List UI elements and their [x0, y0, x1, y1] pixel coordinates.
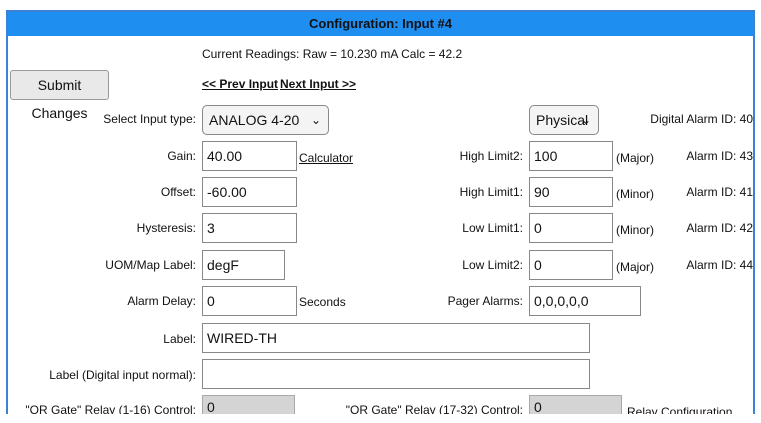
physical-select[interactable]: Physical ⌄: [529, 105, 599, 135]
pager-alarms-input[interactable]: 0,0,0,0,0: [529, 286, 641, 316]
relay-configuration-link[interactable]: Relay Configuration: [627, 405, 732, 414]
label-field-label: Label:: [163, 332, 196, 346]
uom-input[interactable]: degF: [202, 250, 285, 280]
label-input[interactable]: WIRED-TH: [202, 323, 590, 353]
label-digital-input[interactable]: [202, 359, 590, 389]
relay-1-16-label: "OR Gate" Relay (1-16) Control:: [25, 403, 196, 414]
relay-17-32-label: "OR Gate" Relay (17-32) Control:: [345, 403, 523, 414]
hysteresis-label: Hysteresis:: [136, 221, 196, 235]
alarm-delay-unit: Seconds: [299, 295, 346, 309]
input-type-select[interactable]: ANALOG 4-20 MA ⌄: [202, 105, 329, 156]
low-limit2-input[interactable]: 0: [529, 250, 613, 280]
next-input-link[interactable]: Next Input >>: [280, 77, 356, 91]
digital-alarm-id: Digital Alarm ID: 40: [650, 112, 753, 126]
gain-input[interactable]: 40.00: [202, 141, 297, 171]
panel-title: Configuration: Input #4: [8, 12, 753, 36]
pager-alarms-label: Pager Alarms:: [447, 294, 523, 308]
submit-changes-button[interactable]: Submit Changes: [10, 70, 109, 121]
relay-17-32-input[interactable]: 0: [529, 395, 622, 414]
alarm-delay-label: Alarm Delay:: [127, 294, 196, 308]
input-type-label: Select Input type:: [103, 112, 196, 126]
high-limit1-input[interactable]: 90: [529, 177, 613, 207]
high-limit2-severity: (Major): [616, 151, 654, 165]
calculator-link[interactable]: Calculator: [299, 151, 353, 165]
gain-label: Gain:: [167, 149, 196, 163]
low-limit2-alarm-id: Alarm ID: 44: [686, 258, 753, 272]
low-limit2-label: Low Limit2:: [462, 258, 523, 272]
offset-input[interactable]: -60.00: [202, 177, 297, 207]
low-limit1-label: Low Limit1:: [462, 221, 523, 235]
high-limit2-label: High Limit2:: [459, 149, 523, 163]
uom-label: UOM/Map Label:: [105, 258, 196, 272]
prev-input-link[interactable]: << Prev Input: [202, 77, 278, 91]
relay-1-16-input[interactable]: 0: [202, 395, 295, 414]
label-digital-label: Label (Digital input normal):: [49, 368, 196, 382]
chevron-down-icon: ⌄: [310, 113, 321, 127]
low-limit2-severity: (Major): [616, 260, 654, 274]
high-limit2-alarm-id: Alarm ID: 43: [686, 149, 753, 163]
hysteresis-input[interactable]: 3: [202, 213, 297, 243]
high-limit2-input[interactable]: 100: [529, 141, 613, 171]
high-limit1-label: High Limit1:: [459, 185, 523, 199]
low-limit1-alarm-id: Alarm ID: 42: [686, 221, 753, 235]
chevron-down-icon: ⌄: [580, 113, 591, 127]
current-readings: Current Readings: Raw = 10.230 mA Calc =…: [202, 47, 463, 61]
high-limit1-severity: (Minor): [616, 187, 654, 201]
high-limit1-alarm-id: Alarm ID: 41: [686, 185, 753, 199]
low-limit1-input[interactable]: 0: [529, 213, 613, 243]
offset-label: Offset:: [160, 185, 196, 199]
alarm-delay-input[interactable]: 0: [202, 286, 297, 316]
config-panel: Configuration: Input #4 Current Readings…: [6, 10, 755, 414]
low-limit1-severity: (Minor): [616, 223, 654, 237]
